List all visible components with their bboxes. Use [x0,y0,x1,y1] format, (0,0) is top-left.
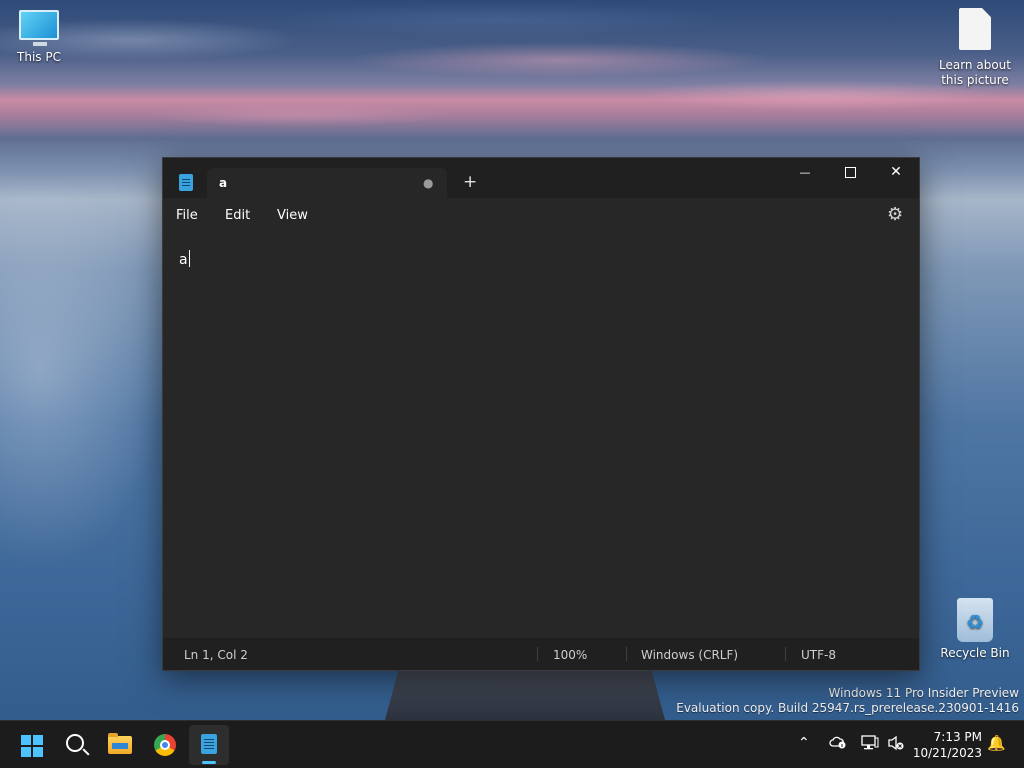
cloud-info-icon [829,736,846,749]
chrome-icon [154,734,176,756]
network-icon[interactable] [861,735,879,755]
document-icon [959,8,991,50]
desktop: This PC Learn about this picture ♻ Recyc… [0,0,1024,768]
onedrive-status-icon[interactable] [829,735,847,753]
close-icon: ✕ [890,164,902,180]
watermark-line2: Evaluation copy. Build 25947.rs_prerelea… [676,701,1019,715]
desktop-icon-this-pc[interactable]: This PC [1,10,77,65]
maximize-button[interactable] [827,158,873,188]
monitor-network-icon [861,735,879,750]
new-tab-button[interactable]: + [463,172,477,192]
windows-logo-icon [21,735,43,757]
clock-time: 7:13 PM [933,730,982,744]
minimize-button[interactable]: — [782,158,828,188]
status-zoom[interactable]: 100% [553,648,587,662]
chrome-button[interactable] [145,725,185,765]
windows-watermark: Windows 11 Pro Insider Preview Evaluatio… [676,686,1019,716]
start-button[interactable] [12,725,52,765]
speaker-muted-icon [888,735,904,751]
text-editor[interactable]: a [163,234,919,638]
wallpaper-clouds [0,0,1024,160]
status-divider [785,647,786,661]
file-explorer-button[interactable] [100,725,140,765]
status-divider [626,647,627,661]
title-bar[interactable]: a ● + — ✕ [163,158,919,198]
status-divider [537,647,538,661]
status-line-ending[interactable]: Windows (CRLF) [641,648,738,662]
status-cursor-position: Ln 1, Col 2 [184,648,248,662]
taskbar: ⌃ 7:13 PM 10/21/2023 🔔 [0,720,1024,768]
clock-date: 10/21/2023 [912,746,982,760]
taskbar-clock[interactable]: 7:13 PM 10/21/2023 [912,729,982,761]
volume-muted-icon[interactable] [887,735,905,755]
desktop-icon-label: Recycle Bin [940,646,1010,660]
computer-icon [19,10,59,46]
desktop-icon-learn-about-picture[interactable]: Learn about this picture [937,8,1013,88]
menu-bar: File Edit View ⚙ [163,198,919,234]
search-icon [66,734,84,752]
search-button[interactable] [56,725,96,765]
status-bar: Ln 1, Col 2 100% Windows (CRLF) UTF-8 [163,638,919,670]
recycle-symbol-icon: ♻ [966,610,984,634]
editor-text: a [179,252,188,268]
unsaved-dot-icon[interactable]: ● [423,176,433,190]
gear-icon[interactable]: ⚙ [887,204,903,225]
editor-content[interactable]: a [179,250,190,268]
recycle-bin-icon: ♻ [957,598,993,642]
desktop-icon-recycle-bin[interactable]: ♻ Recycle Bin [937,598,1013,661]
notification-bell-icon[interactable]: 🔔 [987,734,1006,752]
wallpaper-pier [385,668,665,720]
tab-title: a [219,176,228,190]
menu-edit[interactable]: Edit [225,208,250,223]
menu-file[interactable]: File [176,208,198,223]
active-app-indicator [202,761,216,764]
maximize-icon [844,166,856,178]
tab-document[interactable]: a ● [207,168,447,198]
minimize-icon: — [799,166,811,179]
notepad-window: a ● + — ✕ File Edit View ⚙ a Ln 1, Col 2 [162,157,920,671]
show-hidden-icons-chevron-icon[interactable]: ⌃ [798,735,810,751]
close-button[interactable]: ✕ [873,158,919,188]
folder-icon [108,733,132,754]
watermark-line1: Windows 11 Pro Insider Preview [828,686,1019,700]
notepad-taskbar-button[interactable] [189,725,229,765]
notepad-icon [201,734,217,754]
desktop-icon-label-line1: Learn about [939,58,1011,72]
desktop-icon-label-line2: this picture [941,73,1009,87]
menu-view[interactable]: View [277,208,308,223]
status-encoding[interactable]: UTF-8 [801,648,836,662]
text-caret [188,250,190,267]
desktop-icon-label: This PC [17,50,61,64]
notepad-icon [179,174,193,191]
